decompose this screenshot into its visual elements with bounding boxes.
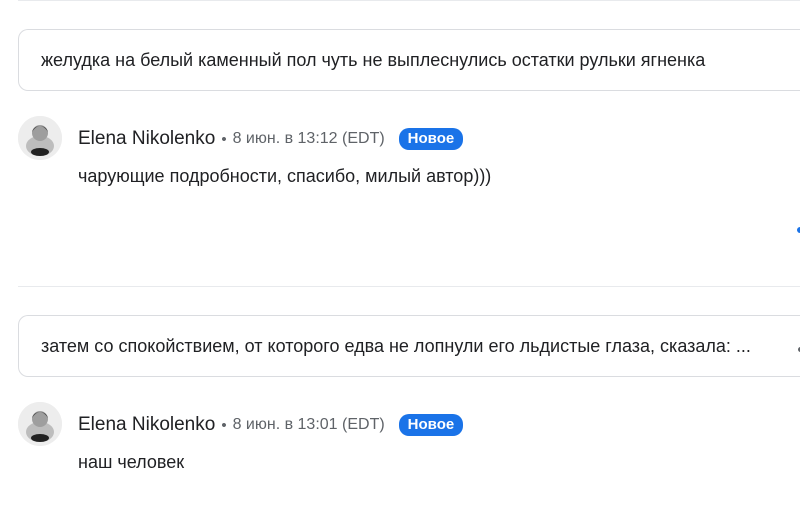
quoted-fragment[interactable]: затем со спокойствием, от которого едва … [18,315,800,377]
author-name[interactable]: Elena Nikolenko [78,128,215,150]
avatar[interactable] [18,402,62,446]
comment-text: наш человек [78,452,185,472]
meta-separator: • [221,130,227,148]
comment-meta: Elena Nikolenko • 8 июн. в 13:12 (EDT) Н… [78,126,464,152]
new-badge: Новое [398,128,464,150]
quoted-fragment-text: затем со спокойствием, от которого едва … [41,335,751,356]
comment-text: чарующие подробности, спасибо, милый авт… [78,166,492,186]
quoted-fragment-text: желудка на белый каменный пол чуть не вы… [41,49,706,70]
comment-timestamp[interactable]: 8 июн. в 13:01 (EDT) [233,416,385,434]
comment-timestamp[interactable]: 8 июн. в 13:12 (EDT) [233,130,385,148]
comments-page: желудка на белый каменный пол чуть не вы… [0,0,800,522]
divider [18,286,800,287]
comment-meta: Elena Nikolenko • 8 июн. в 13:01 (EDT) Н… [78,412,464,438]
new-badge: Новое [398,414,464,436]
meta-separator: • [221,416,227,434]
avatar[interactable] [18,116,62,160]
quoted-fragment[interactable]: желудка на белый каменный пол чуть не вы… [18,29,800,91]
divider [18,0,800,1]
author-name[interactable]: Elena Nikolenko [78,414,215,436]
